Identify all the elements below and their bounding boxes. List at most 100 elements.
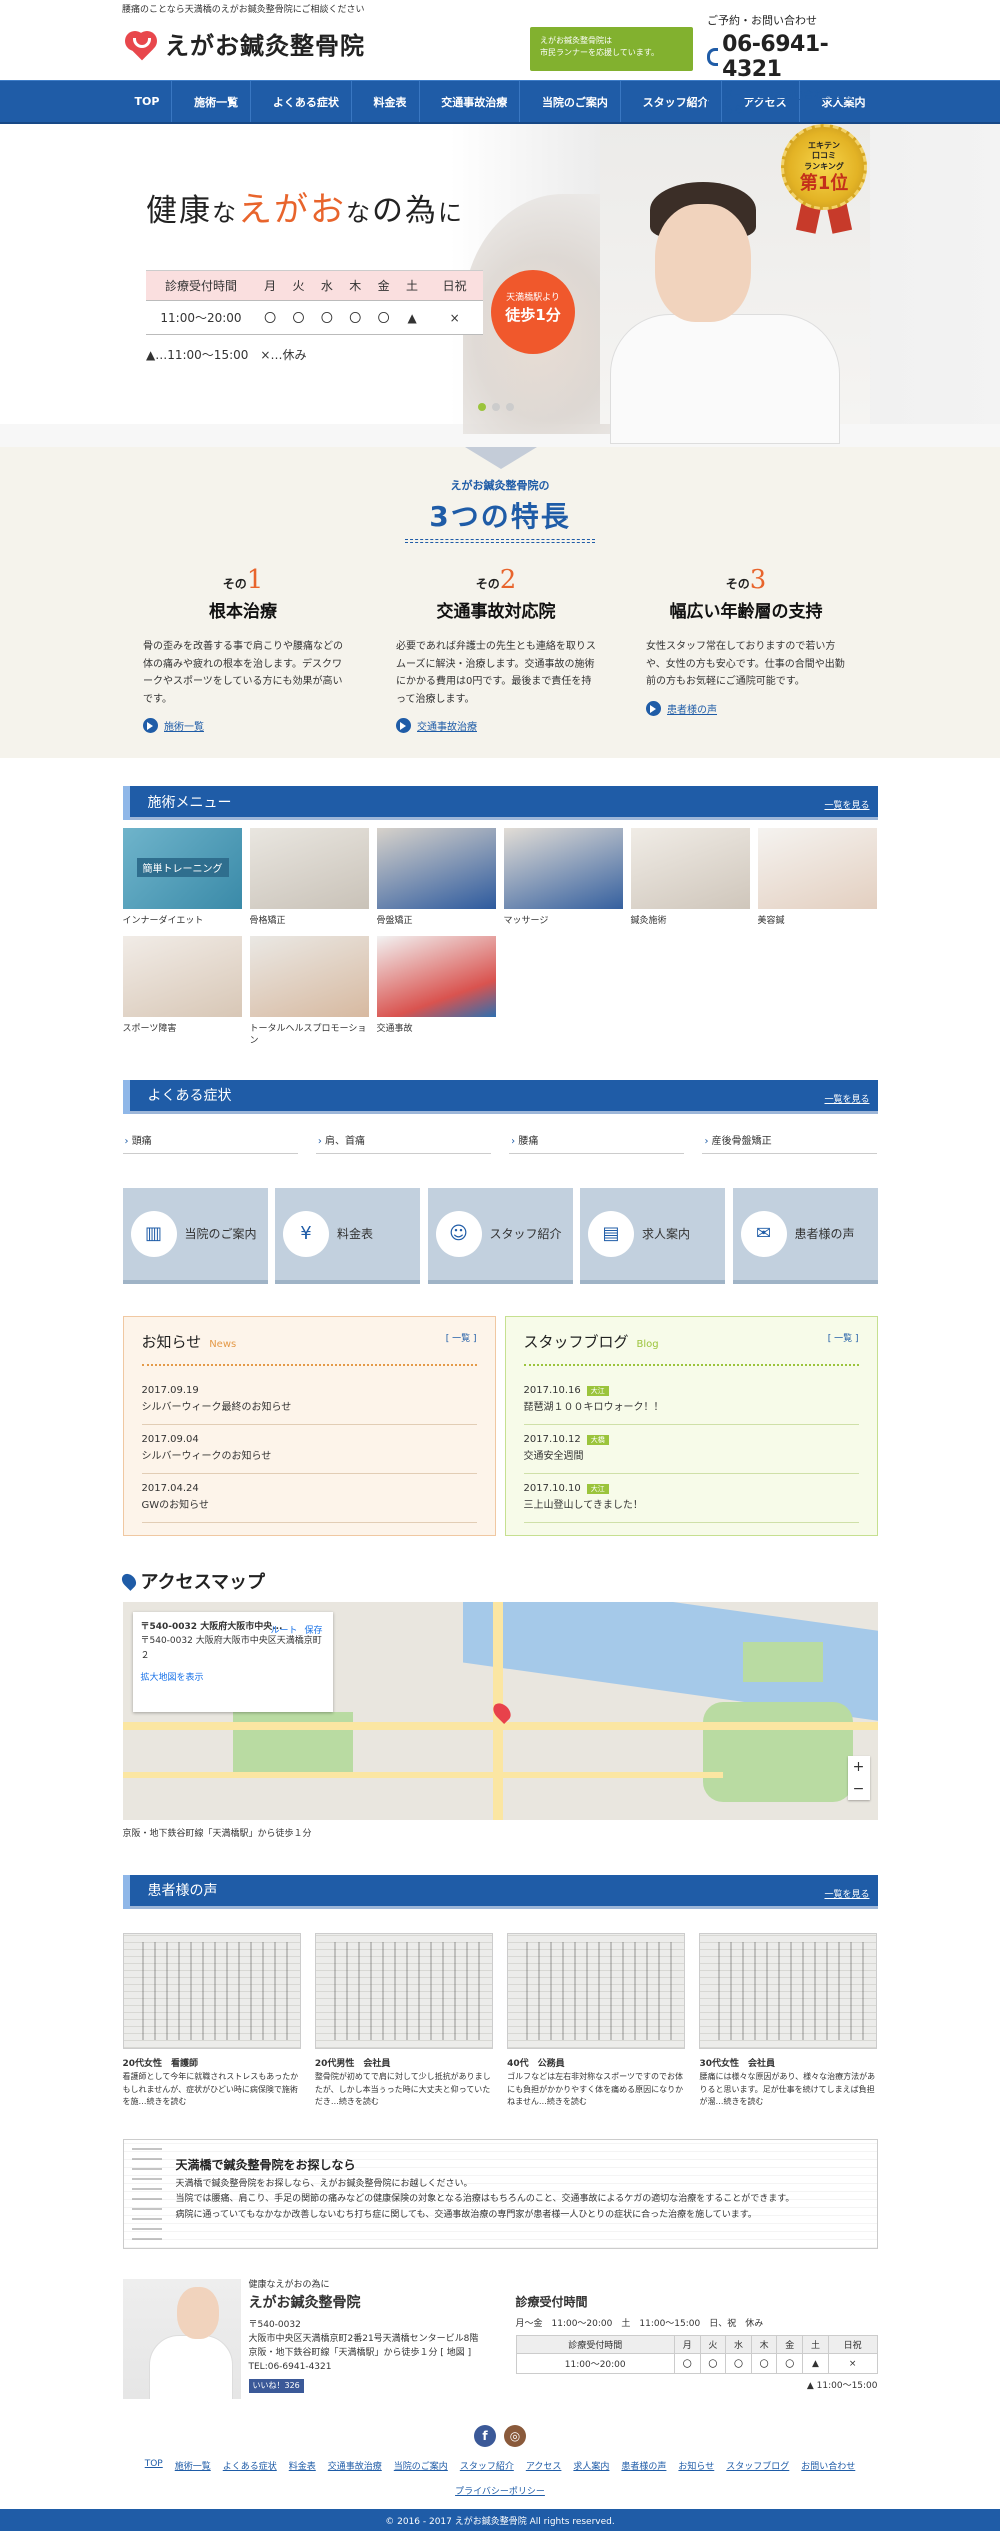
feature-text: 必要であれば弁護士の先生とも連絡を取りスムーズに解決・治療します。交通事故の施術… [396, 641, 596, 705]
footer-link[interactable]: 求人案内 [573, 2459, 609, 2472]
menu-item-sports-injury[interactable]: スポーツ障害 [122, 935, 242, 1048]
tile-staff[interactable]: ☺ スタッフ紹介 [427, 1187, 573, 1284]
map-zoom-control[interactable]: + − [847, 1755, 870, 1800]
contact-label: ご予約・お問い合わせ [707, 14, 817, 27]
feature-link[interactable]: 交通事故治療 [396, 718, 596, 733]
voice-card[interactable]: 20代女性 看護師 看護師として今年に就職されストレスもあったかもしれませんが、症… [122, 1932, 301, 2109]
blog-item[interactable]: 2017.10.16 大江 琵琶湖１００キロウォーク！！ [523, 1376, 859, 1425]
map-route-button[interactable]: ルート [271, 1624, 298, 1638]
menu-item-traffic-accident[interactable]: 交通事故 [376, 935, 496, 1048]
access-note: 京阪・地下鉄谷町線「天満橋駅」から徒歩１分 [122, 1828, 312, 1839]
menu-item-acupuncture[interactable]: 鍼灸施術 [630, 828, 750, 928]
person-icon: ☺ [435, 1210, 482, 1257]
nav-treatments[interactable]: 施術一覧 [182, 81, 252, 122]
footer-link[interactable]: お問い合わせ [801, 2459, 855, 2472]
symptoms-section-header: よくある症状 一覧を見る [122, 1079, 878, 1114]
footer-link[interactable]: スタッフブログ [726, 2459, 789, 2472]
access-title: アクセスマップ [118, 1568, 878, 1594]
news-item[interactable]: 2017.09.19 シルバーウィーク最終のお知らせ [141, 1376, 477, 1425]
blog-item[interactable]: 2017.10.12 大橋 交通安全週間 [523, 1425, 859, 1474]
facebook-icon[interactable]: f [474, 2425, 496, 2448]
instagram-icon[interactable]: ◎ [504, 2425, 526, 2448]
symptom-headache[interactable]: 頭痛 [122, 1128, 298, 1154]
footer-link[interactable]: よくある症状 [223, 2459, 277, 2472]
runner-support-badge[interactable]: えがお鍼灸整骨院は 市民ランナーを応援しています。 [530, 27, 693, 71]
symptoms-more-link[interactable]: 一覧を見る [824, 1092, 869, 1105]
blog-list-button[interactable]: [ 一覧 ] [828, 1331, 859, 1344]
facebook-like-button[interactable]: いいね！326 [248, 2378, 304, 2393]
footer-link[interactable]: 施術一覧 [175, 2459, 211, 2472]
tile-pricing[interactable]: ¥ 料金表 [275, 1187, 420, 1284]
menu-section-header: 施術メニュー 一覧を見る [122, 786, 878, 820]
site-logo[interactable]: えがお鍼灸整骨院 [125, 26, 365, 61]
voices-section-header: 患者様の声 一覧を見る [122, 1874, 878, 1909]
arrow-circle-icon [143, 718, 158, 733]
footer-link[interactable]: お知らせ [678, 2459, 714, 2472]
envelope-icon [707, 96, 720, 106]
footer-link[interactable]: アクセス [526, 2459, 562, 2472]
nav-about[interactable]: 当院のご案内 [530, 81, 621, 122]
menu-more-link[interactable]: 一覧を見る [824, 798, 869, 811]
seo-title: 天満橋で鍼灸整骨院をお探しなら [175, 2158, 356, 2173]
news-item[interactable]: 2017.09.04 シルバーウィークのお知らせ [141, 1425, 477, 1474]
tile-about[interactable]: ▥ 当院のご案内 [122, 1187, 268, 1284]
mail-contact-link[interactable]: メールでのお問い合わせはこちら [707, 86, 857, 116]
nav-traffic-accident[interactable]: 交通事故治療 [429, 81, 521, 122]
voice-card[interactable]: 30代女性 会社員 腰痛には様々な原因があり、様々な治療方法がありると思います。足… [699, 1932, 878, 2109]
header-tagline: 腰痛のことなら天満橋のえがお鍼灸整骨院にご相談ください [122, 5, 365, 15]
voices-more-link[interactable]: 一覧を見る [824, 1887, 869, 1900]
voice-card[interactable]: 20代男性 会社員 整骨院が初めてで肩に対して少し抵抗がありましたが、しかし本当ぅ… [314, 1932, 493, 2109]
footer-link[interactable]: TOP [145, 2459, 163, 2472]
seo-notebook-box: 天満橋で鍼灸整骨院をお探しなら 天満橋で鍼灸整骨院をお探しなら、えがお鍼灸整骨院… [122, 2139, 878, 2250]
symptom-shoulder[interactable]: 肩、首痛 [315, 1128, 491, 1154]
features-heading: えがお鍼灸整骨院の 3つの特長 [0, 477, 1000, 543]
arrow-circle-icon [396, 718, 411, 733]
news-list-button[interactable]: [ 一覧 ] [446, 1331, 477, 1344]
header-contact: ご予約・お問い合わせ 06-6941-4321 メールでのお問い合わせはこちら [707, 12, 857, 116]
copyright-bar: © 2016 - 2017 えがお鍼灸整骨院 All rights reserv… [0, 2509, 1000, 2532]
nav-top[interactable]: TOP [123, 81, 173, 122]
map-expand-link[interactable]: 拡大地図を表示 [141, 1671, 325, 1685]
hero-hours-table: 診療受付時間月火水木金土日祝 11:00〜20:00 〇〇〇〇〇 ▲ × [146, 270, 483, 335]
news-item[interactable]: 2017.04.24 GWのお知らせ [141, 1474, 477, 1523]
footer-hours: 診療受付時間 月〜金 11:00〜20:00 土 11:00〜15:00 日、祝… [515, 2295, 878, 2392]
menu-item-pelvis-correction[interactable]: 骨盤矯正 [376, 828, 496, 928]
menu-item-inner-diet[interactable]: 簡単トレーニング インナーダイエット [122, 828, 242, 928]
slider-dot-2[interactable] [492, 403, 500, 411]
footer-link[interactable]: プライバシーポリシー [455, 2484, 545, 2497]
menu-item-beauty-acupuncture[interactable]: 美容鍼 [757, 828, 877, 928]
map-save-button[interactable]: 保存 [305, 1624, 323, 1638]
map-info-card: 〒540-0032 大阪府大阪市中央... 〒540-0032 大阪府大阪市中央… [132, 1611, 333, 1712]
blog-item[interactable]: 2017.10.10 大江 三上山登山してきました！ [523, 1474, 859, 1523]
footer-link[interactable]: スタッフ紹介 [460, 2459, 514, 2472]
google-map[interactable]: 〒540-0032 大阪府大阪市中央... 〒540-0032 大阪府大阪市中央… [122, 1601, 878, 1820]
nav-symptoms[interactable]: よくある症状 [261, 81, 352, 122]
nav-pricing[interactable]: 料金表 [362, 81, 420, 122]
handwritten-letter-image [699, 1932, 878, 2049]
footer-link[interactable]: 交通事故治療 [328, 2459, 382, 2472]
slider-dot-3[interactable] [506, 403, 514, 411]
phone-icon [707, 48, 719, 66]
handwritten-letter-image [507, 1932, 686, 2049]
ranking-award-icon: エキテン 口コミ ランキング 第1位 [781, 124, 867, 234]
voice-card[interactable]: 40代 公務員 ゴルフなどは左右非対称なスポーツですのでお体にも負担がかかりやすく… [507, 1932, 686, 2109]
smile-heart-icon [125, 29, 159, 60]
menu-item-massage[interactable]: マッサージ [503, 828, 623, 928]
symptom-postpartum[interactable]: 産後骨盤矯正 [702, 1128, 878, 1154]
feature-link[interactable]: 施術一覧 [143, 718, 343, 733]
document-icon: ▤ [588, 1210, 634, 1257]
social-links: f ◎ [123, 2425, 878, 2448]
tile-voices[interactable]: ✉ 患者様の声 [732, 1187, 878, 1284]
footer-link[interactable]: 患者様の声 [621, 2459, 666, 2472]
walk-time-badge: 天満橋駅より 徒歩1分 [491, 270, 575, 354]
symptom-back[interactable]: 腰痛 [509, 1128, 685, 1154]
building-icon: ▥ [130, 1210, 177, 1257]
feature-link[interactable]: 患者様の声 [646, 700, 846, 716]
menu-item-bone-correction[interactable]: 骨格矯正 [249, 828, 369, 928]
slider-dot-1[interactable] [478, 403, 486, 411]
menu-item-total-health[interactable]: トータルヘルスプロモーション [249, 935, 369, 1048]
tile-recruit[interactable]: ▤ 求人案内 [580, 1187, 725, 1284]
footer-link[interactable]: 当院のご案内 [394, 2459, 448, 2472]
footer-link[interactable]: 料金表 [289, 2459, 316, 2472]
phone-number[interactable]: 06-6941-4321 [707, 32, 857, 82]
